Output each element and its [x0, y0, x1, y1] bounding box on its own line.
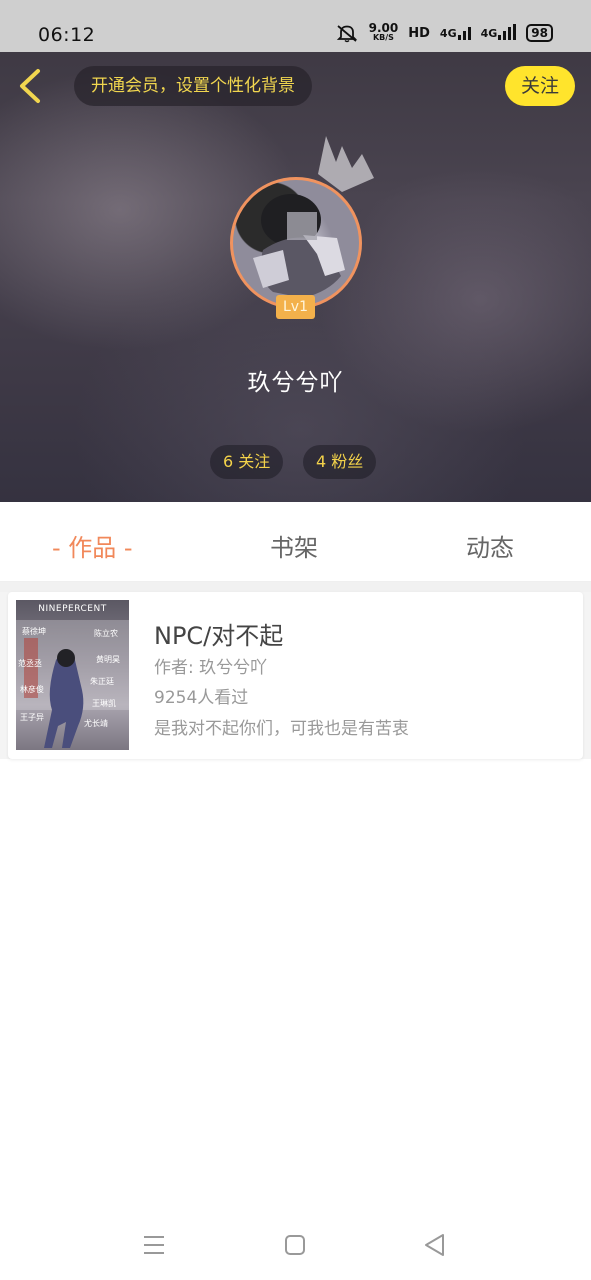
divider [0, 582, 591, 592]
book-description: 是我对不起你们，可我也是有苦衷 [154, 719, 409, 739]
signal-bars-icon [457, 26, 471, 40]
menu-icon [144, 1236, 164, 1254]
svg-text:朱正廷: 朱正廷 [90, 676, 114, 686]
follow-button[interactable]: 关注 [505, 66, 575, 106]
nav-menu-button[interactable] [134, 1228, 174, 1262]
svg-text:蔡徐坤: 蔡徐坤 [22, 626, 46, 636]
network-type-1: 4G [439, 27, 457, 40]
tab-dynamic[interactable]: 动态 [466, 528, 514, 563]
signal-1: 4G [440, 26, 471, 40]
network-speed: 9.00 KB/S [368, 21, 399, 43]
svg-text:林彦俊: 林彦俊 [20, 684, 44, 694]
status-icons: 9.00 KB/S HD 4G 4G 98 [335, 21, 553, 43]
chevron-left-icon [20, 69, 40, 103]
svg-text:陈立农: 陈立农 [94, 628, 118, 638]
fans-count[interactable]: 4 粉丝 [303, 445, 377, 479]
following-count[interactable]: 6 关注 [210, 445, 284, 479]
signal-2: 4G [480, 24, 517, 40]
book-cover: 蔡徐坤 陈立农 范丞丞 黄明昊 林彦俊 朱正廷 王琳凯 王子异 尤长靖 NINE… [16, 600, 129, 750]
book-cover-art: 蔡徐坤 陈立农 范丞丞 黄明昊 林彦俊 朱正廷 王琳凯 王子异 尤长靖 [16, 620, 129, 748]
book-views: 9254人看过 [154, 688, 249, 708]
svg-text:范丞丞: 范丞丞 [18, 658, 42, 668]
network-type-2: 4G [480, 27, 498, 40]
back-triangle-icon [425, 1234, 444, 1256]
profile-tabs: - 作品 - 书架 动态 [0, 502, 591, 582]
level-badge: Lv1 [276, 295, 315, 319]
cover-text: NINEPERCENT [38, 604, 107, 614]
battery-icon: 98 [526, 24, 553, 42]
work-list-item[interactable]: 蔡徐坤 陈立农 范丞丞 黄明昊 林彦俊 朱正廷 王琳凯 王子异 尤长靖 NINE… [8, 592, 583, 759]
signal-bars-icon [498, 24, 517, 40]
system-nav-bar [0, 1210, 591, 1280]
book-author: 作者: 玖兮兮吖 [154, 658, 268, 678]
book-title: NPC/对不起 [154, 622, 284, 650]
username: 玖兮兮吖 [247, 370, 344, 396]
status-time: 06:12 [38, 24, 96, 46]
hd-label: HD [408, 25, 430, 41]
vip-background-prompt[interactable]: 开通会员，设置个性化背景 [74, 66, 312, 106]
speed-value: 9.00 [368, 21, 399, 35]
svg-text:尤长靖: 尤长靖 [84, 718, 108, 728]
status-bar: 06:12 9.00 KB/S HD 4G 4G 98 [0, 0, 591, 52]
nav-home-button[interactable] [275, 1228, 315, 1262]
tab-works[interactable]: - 作品 - [52, 528, 133, 563]
nav-back-button[interactable] [415, 1228, 455, 1262]
avatar[interactable] [230, 177, 362, 309]
svg-text:王琳凯: 王琳凯 [92, 698, 116, 708]
home-square-icon [285, 1235, 305, 1255]
avatar-photo [253, 194, 345, 298]
svg-text:王子异: 王子异 [20, 713, 44, 722]
svg-text:黄明昊: 黄明昊 [96, 654, 120, 664]
back-button[interactable] [14, 66, 50, 106]
mute-bell-icon [336, 25, 357, 43]
speed-unit: KB/S [372, 33, 394, 42]
tab-bookshelf[interactable]: 书架 [270, 528, 318, 563]
